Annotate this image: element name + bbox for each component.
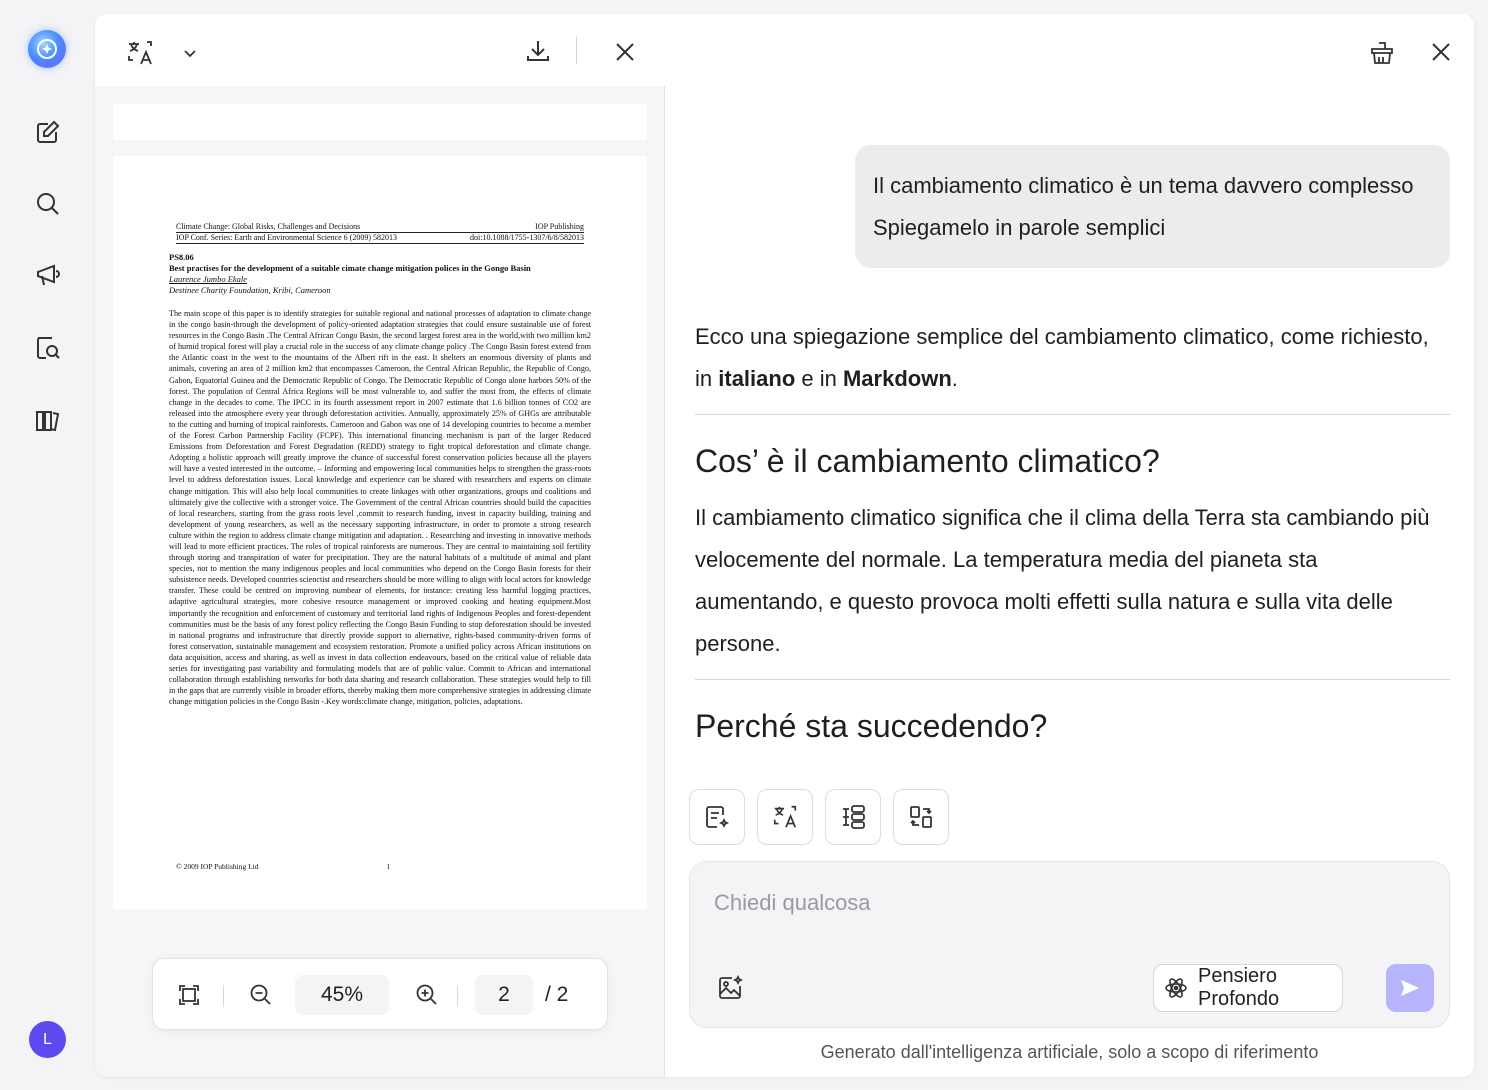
left-rail: L — [0, 0, 95, 1090]
page-divider — [457, 985, 458, 1007]
header-doi: doi:10.1088/1755-1307/6/8/582013 — [470, 233, 584, 242]
deep-think-toggle[interactable]: Pensiero Profondo — [1153, 964, 1343, 1012]
previous-page-preview — [113, 104, 647, 140]
convert-icon — [910, 806, 932, 828]
search-icon[interactable] — [32, 188, 64, 220]
mindmap-button[interactable] — [825, 789, 881, 845]
header-publisher: IOP Publishing — [535, 222, 584, 231]
footer-page-number: 1 — [386, 862, 391, 871]
intro-text: . — [951, 366, 958, 391]
summarize-button[interactable] — [689, 789, 745, 845]
document-search-icon[interactable] — [32, 332, 64, 364]
send-icon — [1401, 980, 1419, 996]
footer-copyright: © 2009 IOP Publishing Ltd — [176, 862, 259, 871]
close-chat-icon[interactable] — [1427, 38, 1455, 66]
paper-abstract: The main scope of this paper is to ident… — [169, 309, 591, 707]
intro-text: e in — [795, 366, 843, 391]
pdf-page-header: Climate Change: Global Risks, Challenges… — [176, 222, 584, 244]
header-series: IOP Conf. Series: Earth and Environmenta… — [176, 233, 397, 242]
zoom-in-icon[interactable] — [413, 981, 441, 1009]
pdf-viewer-pane: Climate Change: Global Risks, Challenges… — [95, 14, 665, 1077]
paper-affiliation: Destinee Charity Foundation, Kribi, Came… — [169, 285, 331, 295]
deep-think-label: Pensiero Profondo — [1198, 965, 1280, 1010]
divider — [695, 414, 1450, 415]
intro-bold-italiano: italiano — [718, 366, 796, 391]
paper-code: PS8.06 — [169, 252, 194, 262]
translate-icon[interactable] — [123, 36, 157, 70]
fit-page-icon[interactable] — [175, 981, 203, 1009]
ai-disclaimer: Generato dall'intelligenza artificiale, … — [820, 1042, 1319, 1062]
send-button[interactable] — [1386, 964, 1434, 1012]
pdf-toolbar — [95, 14, 665, 86]
answer-heading: Perché sta succedendo? — [695, 708, 1048, 744]
toolbar-divider — [576, 36, 577, 64]
message-composer[interactable]: Chiedi qualcosa Pensiero Profondo — [689, 861, 1450, 1028]
convert-button[interactable] — [893, 789, 949, 845]
intro-bold-markdown: Markdown — [842, 366, 952, 391]
user-message-line: Spiegamelo in parole semplici — [873, 215, 1166, 240]
megaphone-icon[interactable] — [32, 259, 64, 291]
image-upload-icon[interactable] — [714, 972, 746, 1004]
zoom-divider — [223, 985, 224, 1007]
library-icon[interactable] — [32, 404, 64, 436]
assistant-answer: Ecco una spiegazione semplice del cambia… — [695, 316, 1450, 748]
answer-paragraph: Il cambiamento climatico significa che i… — [695, 505, 1430, 656]
answer-heading: Cos’ è il cambiamento climatico? — [695, 443, 1160, 479]
app-logo-icon[interactable] — [28, 30, 66, 68]
chat-pane: Il cambiamento climatico è un tema davve… — [665, 14, 1474, 1077]
user-avatar[interactable]: L — [29, 1021, 66, 1058]
new-chat-icon[interactable] — [32, 116, 64, 148]
zoom-toolbar: 45% 2 / 2 — [152, 958, 608, 1030]
main-window: Climate Change: Global Risks, Challenges… — [95, 14, 1474, 1077]
clear-chat-icon[interactable] — [1367, 38, 1397, 68]
answer-intro: Ecco una spiegazione semplice del cambia… — [695, 316, 1450, 400]
zoom-level[interactable]: 45% — [295, 975, 389, 1015]
pdf-page-footer: © 2009 IOP Publishing Ltd 1 — [176, 862, 390, 871]
paper-title: Best practises for the development of a … — [169, 263, 531, 273]
summarize-icon — [706, 806, 730, 829]
current-page-input[interactable]: 2 — [475, 975, 533, 1015]
translate-button[interactable] — [757, 789, 813, 845]
user-message-line: Il cambiamento climatico è un tema davve… — [873, 173, 1414, 198]
chevron-down-icon[interactable] — [179, 42, 201, 64]
zoom-out-icon[interactable] — [247, 981, 275, 1009]
total-pages: / 2 — [545, 983, 569, 1006]
user-message-bubble: Il cambiamento climatico è un tema davve… — [855, 145, 1450, 268]
pdf-page: Climate Change: Global Risks, Challenges… — [113, 156, 647, 909]
close-pdf-icon[interactable] — [611, 38, 639, 66]
mindmap-icon — [843, 805, 865, 829]
atom-icon — [1164, 975, 1188, 1001]
download-icon[interactable] — [523, 36, 553, 66]
divider — [695, 679, 1450, 680]
chat-input[interactable]: Chiedi qualcosa — [714, 890, 871, 916]
translate-icon — [773, 805, 797, 828]
header-journal: Climate Change: Global Risks, Challenges… — [176, 222, 361, 231]
paper-author: Laurence Jumbo Ekale — [169, 274, 248, 284]
